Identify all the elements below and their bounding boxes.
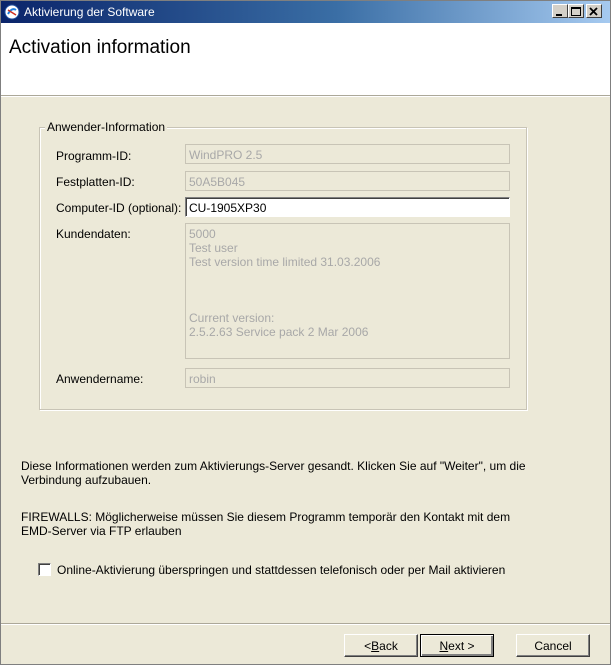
customer-data-line: Test version time limited 31.03.2006 bbox=[189, 255, 381, 269]
back-button-rest: ack bbox=[379, 638, 398, 653]
app-icon bbox=[4, 4, 20, 20]
computer-id-input[interactable]: CU-1905XP30 bbox=[185, 197, 510, 217]
customer-data-line: Test user bbox=[189, 241, 238, 255]
program-id-label: Programm-ID: bbox=[56, 149, 132, 163]
window-title: Aktivierung der Software bbox=[24, 5, 155, 19]
send-info-line: Verbindung aufzubauen. bbox=[21, 473, 152, 487]
disk-id-field: 50A5B045 bbox=[185, 171, 510, 191]
customer-data-line: 2.5.2.63 Service pack 2 Mar 2006 bbox=[189, 325, 369, 339]
next-button-mnemonic: N bbox=[439, 638, 449, 653]
username-label: Anwendername: bbox=[56, 372, 144, 386]
maximize-icon bbox=[571, 7, 581, 16]
firewall-info-line: EMD-Server via FTP erlauben bbox=[21, 524, 182, 538]
computer-id-label: Computer-ID (optional): bbox=[56, 201, 182, 215]
send-info-text: Diese Informationen werden zum Aktivieru… bbox=[21, 459, 581, 487]
disk-id-label: Festplatten-ID: bbox=[56, 175, 135, 189]
cancel-button[interactable]: Cancel bbox=[516, 634, 590, 657]
title-bar[interactable]: Aktivierung der Software bbox=[1, 1, 610, 23]
groupbox-legend: Anwender-Information bbox=[45, 120, 168, 134]
customer-data-label: Kundendaten: bbox=[56, 227, 131, 241]
skip-online-activation-label[interactable]: Online-Aktivierung überspringen und stat… bbox=[57, 563, 505, 577]
skip-online-activation-checkbox[interactable] bbox=[38, 563, 51, 576]
maximize-button[interactable] bbox=[568, 4, 584, 18]
customer-data-textarea: 5000 Test user Test version time limited… bbox=[185, 223, 510, 359]
program-id-field: WindPRO 2.5 bbox=[185, 144, 510, 164]
next-button[interactable]: Next > bbox=[420, 634, 494, 657]
activation-dialog: Aktivierung der Software Activation info… bbox=[0, 0, 611, 665]
next-button-rest: ext > bbox=[448, 638, 475, 653]
customer-data-spacer bbox=[189, 269, 506, 311]
customer-data-line: Current version: bbox=[189, 311, 275, 325]
close-button[interactable] bbox=[586, 4, 602, 18]
customer-data-line: 5000 bbox=[189, 227, 216, 241]
minimize-button[interactable] bbox=[552, 4, 568, 18]
firewall-info-text: FIREWALLS: Möglicherweise müssen Sie die… bbox=[21, 510, 581, 538]
wizard-header: Activation information bbox=[1, 23, 610, 95]
footer-divider bbox=[1, 623, 610, 625]
back-button[interactable]: < Back bbox=[344, 634, 418, 657]
back-button-mnemonic: B bbox=[371, 638, 380, 653]
page-title: Activation information bbox=[9, 37, 191, 58]
back-button-prefix: < bbox=[364, 638, 372, 653]
minimize-icon bbox=[556, 14, 562, 16]
firewall-info-line: FIREWALLS: Möglicherweise müssen Sie die… bbox=[21, 510, 511, 524]
username-field: robin bbox=[185, 368, 510, 388]
send-info-line: Diese Informationen werden zum Aktivieru… bbox=[21, 459, 526, 473]
header-divider bbox=[1, 95, 610, 97]
close-icon bbox=[589, 7, 598, 16]
